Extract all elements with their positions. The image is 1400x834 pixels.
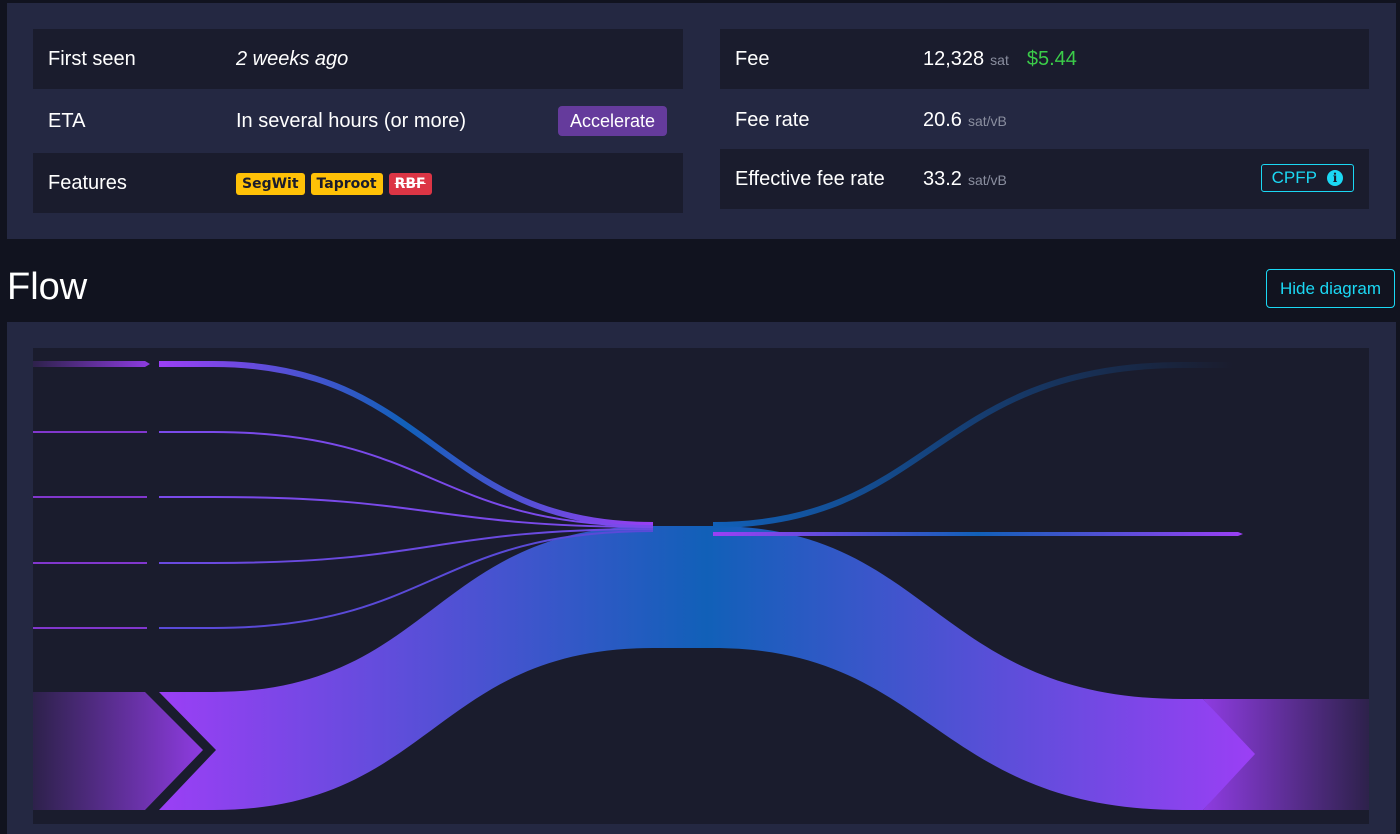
fee-label: Fee bbox=[735, 47, 770, 70]
input-stub-2[interactable] bbox=[33, 431, 147, 433]
flow-title: Flow bbox=[7, 266, 88, 308]
output-flow-2[interactable] bbox=[713, 532, 1243, 536]
fee-rate-value: 20.6 bbox=[923, 108, 962, 131]
first-seen-label: First seen bbox=[48, 47, 136, 70]
effective-fee-rate-value: 33.2 bbox=[923, 167, 962, 190]
feature-badges: SegWit Taproot RBF bbox=[236, 173, 438, 195]
effective-fee-rate-label: Effective fee rate bbox=[735, 167, 885, 190]
fee-fiat: $5.44 bbox=[1026, 47, 1077, 70]
rbf-badge: RBF bbox=[388, 173, 432, 195]
effective-fee-rate-value-group: 33.2 sat/vB bbox=[923, 168, 1007, 191]
fee-value: 12,328 bbox=[923, 47, 985, 70]
fee-unit: sat bbox=[990, 51, 1009, 68]
fee-rate-row: Fee rate 20.6 sat/vB bbox=[720, 91, 1369, 149]
first-seen-row: First seen 2 weeks ago bbox=[33, 29, 683, 89]
input-stub-3[interactable] bbox=[33, 496, 147, 498]
fee-rate-unit: sat/vB bbox=[967, 112, 1007, 129]
fee-value-group: 12,328 sat $5.44 bbox=[923, 48, 1077, 71]
eta-row: ETA In several hours (or more) Accelerat… bbox=[33, 91, 683, 151]
effective-fee-rate-unit: sat/vB bbox=[967, 171, 1007, 188]
features-label: Features bbox=[48, 171, 127, 194]
input-stub-4[interactable] bbox=[33, 562, 147, 564]
features-row: Features SegWit Taproot RBF bbox=[33, 153, 683, 213]
fee-rate-label: Fee rate bbox=[735, 108, 810, 131]
accelerate-button[interactable]: Accelerate bbox=[557, 106, 667, 136]
eta-label: ETA bbox=[48, 109, 86, 132]
taproot-badge: Taproot bbox=[310, 173, 383, 195]
first-seen-value: 2 weeks ago bbox=[236, 47, 349, 70]
cpfp-button[interactable]: CPFP i bbox=[1260, 164, 1354, 192]
segwit-badge: SegWit bbox=[236, 173, 305, 195]
info-circle-icon: i bbox=[1327, 170, 1343, 186]
eta-value: In several hours (or more) bbox=[236, 109, 467, 132]
fee-row: Fee 12,328 sat $5.44 bbox=[720, 29, 1369, 89]
flow-diagram[interactable] bbox=[33, 348, 1369, 824]
hide-diagram-button[interactable]: Hide diagram bbox=[1266, 269, 1395, 308]
input-stub-1[interactable] bbox=[33, 361, 150, 367]
input-stub-5[interactable] bbox=[33, 627, 147, 629]
fee-rate-value-group: 20.6 sat/vB bbox=[923, 109, 1007, 132]
cpfp-label: CPFP bbox=[1271, 168, 1317, 187]
effective-fee-rate-row: Effective fee rate 33.2 sat/vB CPFP i bbox=[720, 149, 1369, 209]
